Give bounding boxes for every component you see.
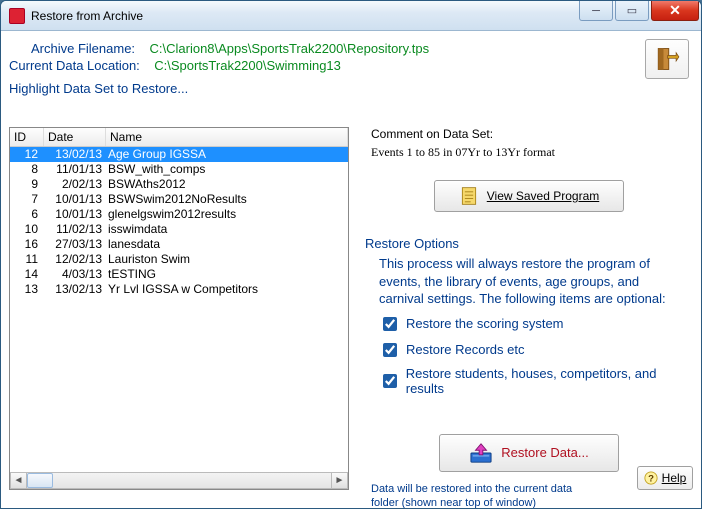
svg-text:?: ? bbox=[648, 474, 654, 485]
restore-records-checkbox[interactable]: Restore Records etc bbox=[379, 340, 693, 360]
horizontal-scrollbar[interactable]: ◄ ► bbox=[10, 472, 348, 489]
restore-students-label: Restore students, houses, competitors, a… bbox=[406, 366, 693, 396]
exit-button[interactable] bbox=[645, 39, 689, 79]
cell-id: 7 bbox=[10, 192, 44, 207]
view-saved-program-button[interactable]: View Saved Program bbox=[434, 180, 624, 212]
table-row[interactable]: 1112/02/13Lauriston Swim bbox=[10, 252, 348, 267]
restore-students-checkbox[interactable]: Restore students, houses, competitors, a… bbox=[379, 366, 693, 396]
restore-records-input[interactable] bbox=[383, 343, 397, 357]
cell-date: 11/01/13 bbox=[44, 162, 106, 177]
cell-id: 10 bbox=[10, 222, 44, 237]
cell-id: 6 bbox=[10, 207, 44, 222]
restore-students-input[interactable] bbox=[383, 374, 397, 388]
help-icon: ? bbox=[644, 471, 658, 485]
help-button[interactable]: ? Help bbox=[637, 466, 693, 490]
scroll-thumb[interactable] bbox=[27, 473, 53, 488]
table-row[interactable]: 1313/02/13Yr Lvl IGSSA w Competitors bbox=[10, 282, 348, 297]
scroll-track[interactable] bbox=[27, 472, 331, 489]
data-location-value: C:\SportsTrak2200\Swimming13 bbox=[154, 58, 341, 73]
door-exit-icon bbox=[653, 45, 681, 73]
cell-id: 13 bbox=[10, 282, 44, 297]
cell-id: 8 bbox=[10, 162, 44, 177]
app-icon bbox=[9, 8, 25, 24]
scroll-left-button[interactable]: ◄ bbox=[10, 472, 27, 489]
restore-data-label: Restore Data... bbox=[501, 445, 588, 460]
restore-options-description: This process will always restore the pro… bbox=[379, 255, 679, 308]
cell-name: Yr Lvl IGSSA w Competitors bbox=[106, 282, 348, 297]
window-title: Restore from Archive bbox=[31, 9, 143, 23]
title-bar: Restore from Archive ─ ▭ ✕ bbox=[1, 1, 701, 31]
table-row[interactable]: 92/02/13BSWAths2012 bbox=[10, 177, 348, 192]
cell-name: tESTING bbox=[106, 267, 348, 282]
restore-options-title: Restore Options bbox=[365, 236, 693, 251]
cell-id: 11 bbox=[10, 252, 44, 267]
cell-name: BSWSwim2012NoResults bbox=[106, 192, 348, 207]
header-info: Archive Filename: C:\Clarion8\Apps\Sport… bbox=[9, 41, 693, 73]
window-controls: ─ ▭ ✕ bbox=[577, 1, 699, 21]
cell-id: 12 bbox=[10, 147, 44, 162]
close-button[interactable]: ✕ bbox=[651, 1, 699, 21]
right-panel: Comment on Data Set: View Saved Program … bbox=[365, 127, 693, 490]
table-row[interactable]: 1011/02/13isswimdata bbox=[10, 222, 348, 237]
data-location-label: Current Data Location: bbox=[9, 58, 140, 73]
list-body: 1213/02/13Age Group IGSSA811/01/13BSW_wi… bbox=[10, 147, 348, 297]
dataset-list[interactable]: ID Date Name 1213/02/13Age Group IGSSA81… bbox=[9, 127, 349, 490]
cell-date: 27/03/13 bbox=[44, 237, 106, 252]
cell-name: isswimdata bbox=[106, 222, 348, 237]
cell-date: 11/02/13 bbox=[44, 222, 106, 237]
table-row[interactable]: 710/01/13BSWSwim2012NoResults bbox=[10, 192, 348, 207]
cell-date: 13/02/13 bbox=[44, 147, 106, 162]
cell-name: BSWAths2012 bbox=[106, 177, 348, 192]
scroll-right-button[interactable]: ► bbox=[331, 472, 348, 489]
cell-name: Lauriston Swim bbox=[106, 252, 348, 267]
cell-date: 2/02/13 bbox=[44, 177, 106, 192]
cell-name: lanesdata bbox=[106, 237, 348, 252]
cell-date: 4/03/13 bbox=[44, 267, 106, 282]
cell-date: 13/02/13 bbox=[44, 282, 106, 297]
archive-filename-value: C:\Clarion8\Apps\SportsTrak2200\Reposito… bbox=[150, 41, 430, 56]
restore-records-label: Restore Records etc bbox=[406, 342, 525, 357]
comment-input[interactable] bbox=[371, 143, 671, 162]
cell-name: glenelgswim2012results bbox=[106, 207, 348, 222]
restore-scoring-input[interactable] bbox=[383, 317, 397, 331]
col-header-name[interactable]: Name bbox=[106, 128, 348, 146]
view-saved-program-label: View Saved Program bbox=[487, 189, 600, 203]
cell-id: 9 bbox=[10, 177, 44, 192]
table-row[interactable]: 610/01/13glenelgswim2012results bbox=[10, 207, 348, 222]
client-area: Archive Filename: C:\Clarion8\Apps\Sport… bbox=[9, 39, 693, 500]
document-icon bbox=[459, 185, 479, 207]
window: Restore from Archive ─ ▭ ✕ Archive Filen… bbox=[0, 0, 702, 509]
comment-label: Comment on Data Set: bbox=[371, 127, 693, 141]
restore-data-button[interactable]: Restore Data... bbox=[439, 434, 619, 472]
restore-scoring-label: Restore the scoring system bbox=[406, 316, 564, 331]
cell-date: 12/02/13 bbox=[44, 252, 106, 267]
maximize-button[interactable]: ▭ bbox=[615, 1, 649, 21]
restore-scoring-checkbox[interactable]: Restore the scoring system bbox=[379, 314, 693, 334]
cell-id: 16 bbox=[10, 237, 44, 252]
archive-filename-label: Archive Filename: bbox=[31, 41, 135, 56]
cell-name: Age Group IGSSA bbox=[106, 147, 348, 162]
table-row[interactable]: 1213/02/13Age Group IGSSA bbox=[10, 147, 348, 162]
table-row[interactable]: 811/01/13BSW_with_comps bbox=[10, 162, 348, 177]
help-label: Help bbox=[662, 471, 687, 485]
cell-date: 10/01/13 bbox=[44, 192, 106, 207]
list-header: ID Date Name bbox=[10, 128, 348, 147]
cell-id: 14 bbox=[10, 267, 44, 282]
restore-icon bbox=[469, 442, 493, 464]
cell-date: 10/01/13 bbox=[44, 207, 106, 222]
col-header-date[interactable]: Date bbox=[44, 128, 106, 146]
table-row[interactable]: 144/03/13tESTING bbox=[10, 267, 348, 282]
restore-note: Data will be restored into the current d… bbox=[371, 482, 601, 509]
comment-section: Comment on Data Set: bbox=[371, 127, 693, 162]
table-row[interactable]: 1627/03/13lanesdata bbox=[10, 237, 348, 252]
highlight-instruction: Highlight Data Set to Restore... bbox=[9, 81, 693, 96]
cell-name: BSW_with_comps bbox=[106, 162, 348, 177]
col-header-id[interactable]: ID bbox=[10, 128, 44, 146]
minimize-button[interactable]: ─ bbox=[579, 1, 613, 21]
